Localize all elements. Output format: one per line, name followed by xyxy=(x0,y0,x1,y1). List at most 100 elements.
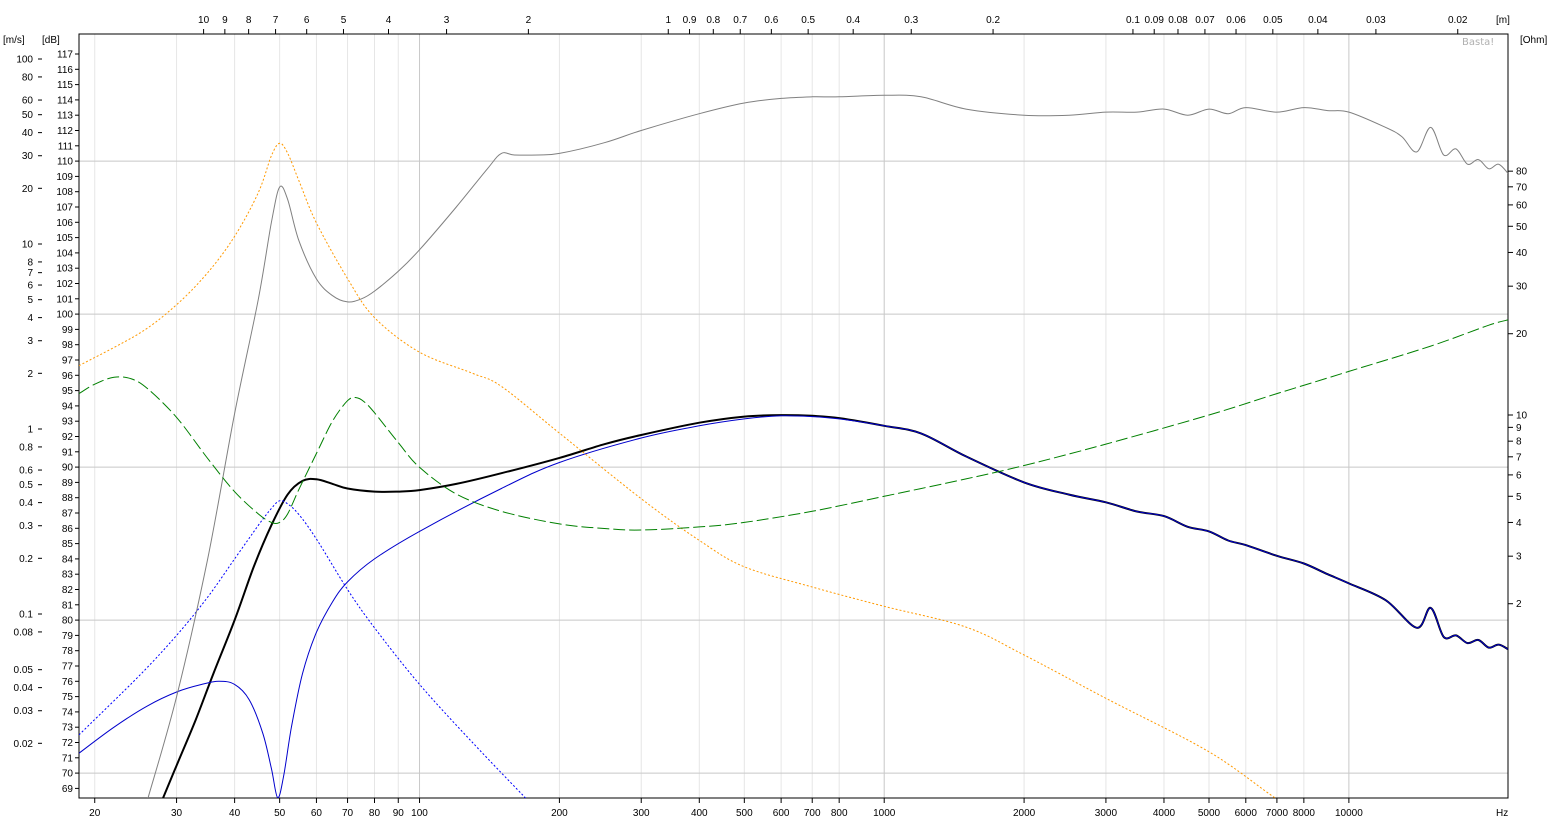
velocity-tick-label: 10 xyxy=(22,240,34,251)
velocity-tick-label: 20 xyxy=(22,184,34,195)
x-tick-label: 3000 xyxy=(1095,808,1118,819)
x-tick-label: 8000 xyxy=(1293,808,1316,819)
velocity-tick-label: 3 xyxy=(27,336,33,347)
spl-tick-label: 92 xyxy=(62,432,74,443)
velocity-tick-label: 0.2 xyxy=(19,554,33,565)
x-tick-label: 70 xyxy=(342,808,354,819)
spl-tick-label: 94 xyxy=(62,401,74,412)
impedance-axis-unit: [Ohm] xyxy=(1520,35,1547,46)
velocity-tick-label: 5 xyxy=(27,295,33,306)
frequency-axis-unit: Hz xyxy=(1496,808,1508,819)
spl-tick-label: 102 xyxy=(56,279,73,290)
wavelength-tick-label: 0.02 xyxy=(1448,15,1468,26)
spl-tick-label: 85 xyxy=(62,539,74,550)
spl-tick-label: 109 xyxy=(56,172,73,183)
velocity-tick-label: 7 xyxy=(27,268,33,279)
watermark: Basta! xyxy=(1462,37,1494,48)
impedance-tick-label: 9 xyxy=(1516,423,1522,434)
impedance-tick-label: 60 xyxy=(1516,200,1528,211)
wavelength-axis-unit: [m] xyxy=(1496,15,1510,26)
impedance-tick-label: 20 xyxy=(1516,329,1528,340)
spl-tick-label: 89 xyxy=(62,478,74,489)
wavelength-tick-label: 0.2 xyxy=(986,15,1000,26)
impedance-tick-label: 30 xyxy=(1516,282,1528,293)
velocity-tick-label: 0.8 xyxy=(19,442,33,453)
velocity-tick-label: 0.04 xyxy=(14,683,34,694)
wavelength-tick-label: 6 xyxy=(304,15,310,26)
wavelength-tick-label: 9 xyxy=(222,15,228,26)
x-tick-label: 100 xyxy=(411,808,428,819)
x-tick-label: 4000 xyxy=(1153,808,1176,819)
spl-tick-label: 115 xyxy=(57,80,73,91)
x-tick-label: 60 xyxy=(311,808,323,819)
x-tick-label: 6000 xyxy=(1235,808,1258,819)
x-tick-label: 30 xyxy=(171,808,183,819)
velocity-tick-label: 0.08 xyxy=(14,627,34,638)
velocity-tick-label: 1 xyxy=(27,425,33,436)
spl-tick-label: 74 xyxy=(62,707,74,718)
x-tick-label: 7000 xyxy=(1266,808,1289,819)
spl-tick-label: 72 xyxy=(62,738,74,749)
spl-tick-label: 80 xyxy=(62,616,74,627)
wavelength-tick-label: 0.04 xyxy=(1308,15,1328,26)
impedance-tick-label: 7 xyxy=(1516,452,1522,463)
velocity-tick-label: 60 xyxy=(22,96,34,107)
spl-tick-label: 96 xyxy=(62,371,74,382)
impedance-tick-label: 8 xyxy=(1516,437,1522,448)
x-tick-label: 400 xyxy=(691,808,708,819)
spl-tick-label: 90 xyxy=(62,463,74,474)
spl-tick-label: 113 xyxy=(57,111,73,122)
wavelength-tick-label: 0.1 xyxy=(1126,15,1140,26)
x-tick-label: 500 xyxy=(736,808,753,819)
wavelength-tick-label: 0.5 xyxy=(801,15,815,26)
spl-tick-label: 69 xyxy=(62,784,74,795)
x-tick-label: 10000 xyxy=(1335,808,1363,819)
velocity-tick-label: 50 xyxy=(22,110,34,121)
wavelength-tick-label: 0.8 xyxy=(706,15,720,26)
wavelength-tick-label: 1 xyxy=(665,15,671,26)
spl-tick-label: 104 xyxy=(56,248,73,259)
wavelength-tick-label: 0.9 xyxy=(683,15,697,26)
x-tick-label: 5000 xyxy=(1198,808,1221,819)
spl-tick-label: 95 xyxy=(62,386,74,397)
spl-tick-label: 75 xyxy=(62,692,74,703)
impedance-tick-label: 80 xyxy=(1516,167,1528,178)
velocity-tick-label: 4 xyxy=(27,313,33,324)
wavelength-tick-label: 5 xyxy=(341,15,347,26)
spl-tick-label: 108 xyxy=(56,187,73,198)
velocity-tick-label: 0.4 xyxy=(19,498,33,509)
velocity-tick-label: 0.05 xyxy=(14,665,34,676)
x-tick-label: 90 xyxy=(393,808,405,819)
spl-tick-label: 117 xyxy=(57,50,73,61)
spl-tick-label: 105 xyxy=(56,233,73,244)
spl-tick-label: 82 xyxy=(62,585,74,596)
impedance-tick-label: 70 xyxy=(1516,182,1528,193)
spl-tick-label: 107 xyxy=(56,203,73,214)
wavelength-tick-label: 10 xyxy=(198,15,210,26)
wavelength-tick-label: 0.07 xyxy=(1195,15,1215,26)
x-tick-label: 800 xyxy=(831,808,848,819)
x-tick-label: 200 xyxy=(551,808,568,819)
spl-tick-label: 79 xyxy=(62,631,74,642)
velocity-tick-label: 0.5 xyxy=(19,480,33,491)
spl-tick-label: 100 xyxy=(56,310,73,321)
x-tick-label: 20 xyxy=(89,808,101,819)
spl-tick-label: 88 xyxy=(62,493,74,504)
velocity-tick-label: 30 xyxy=(22,151,34,162)
spl-tick-label: 111 xyxy=(58,141,74,152)
wavelength-tick-label: 4 xyxy=(386,15,392,26)
impedance-tick-label: 3 xyxy=(1516,552,1522,563)
spl-tick-label: 78 xyxy=(62,646,74,657)
spl-tick-label: 110 xyxy=(57,157,73,168)
spl-tick-label: 70 xyxy=(62,769,74,780)
impedance-tick-label: 50 xyxy=(1516,222,1528,233)
spl-tick-label: 73 xyxy=(62,723,74,734)
x-tick-label: 300 xyxy=(633,808,650,819)
velocity-tick-label: 40 xyxy=(22,128,34,139)
x-tick-label: 700 xyxy=(804,808,821,819)
frequency-response-chart: 20 30 40 50 60 70 80 90 100 200 300 400 500 600 700 800… xyxy=(0,0,1551,832)
spl-tick-label: 93 xyxy=(62,417,74,428)
velocity-tick-label: 0.03 xyxy=(14,706,34,717)
wavelength-tick-label: 2 xyxy=(526,15,532,26)
x-tick-label: 600 xyxy=(773,808,790,819)
